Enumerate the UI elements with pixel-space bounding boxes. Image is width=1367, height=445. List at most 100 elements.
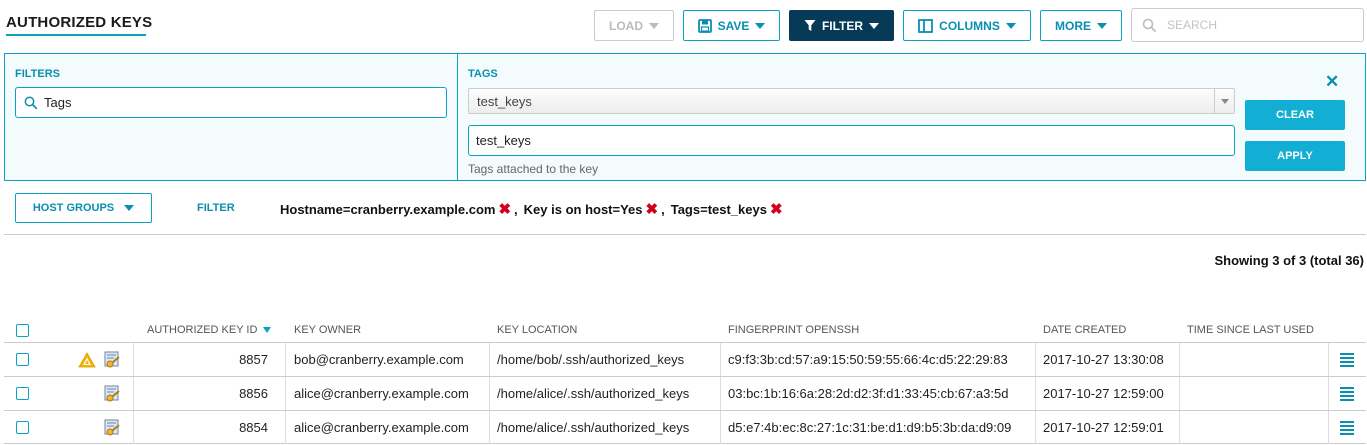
column-divider (489, 343, 490, 376)
tags-field-value: test_keys (476, 133, 531, 148)
key-id-cell: 8857 (239, 352, 268, 367)
load-button[interactable]: LOAD (594, 10, 674, 41)
column-divider (285, 343, 286, 376)
warning-icon (78, 351, 96, 367)
column-divider (489, 377, 490, 410)
chevron-down-icon (1214, 89, 1234, 113)
host-groups-label: HOST GROUPS (32, 202, 115, 214)
column-header-date-created[interactable]: DATE CREATED (1043, 324, 1126, 336)
select-all-checkbox[interactable] (16, 324, 29, 337)
columns-button[interactable]: COLUMNS (903, 10, 1031, 41)
columns-icon (918, 18, 934, 33)
sort-desc-icon (263, 327, 272, 334)
chevron-down-icon (1005, 22, 1016, 29)
column-header-key-id[interactable]: AUTHORIZED KEY ID (147, 324, 272, 336)
active-filter-chips: Hostname=cranberry.example.com ✖, Key is… (280, 200, 783, 218)
filters-heading: FILTERS (15, 68, 61, 80)
divider (4, 234, 1366, 235)
search-input[interactable]: SEARCH (1131, 8, 1364, 42)
filter-label: FILTER (821, 18, 864, 33)
fingerprint-cell: 03:bc:1b:16:6a:28:2d:d2:3f:d1:33:45:cb:6… (728, 386, 1009, 401)
load-label: LOAD (609, 18, 643, 33)
more-label: MORE (1055, 18, 1091, 33)
host-groups-button[interactable]: HOST GROUPS (15, 193, 152, 223)
filters-search-value: Tags (44, 95, 72, 110)
columns-label: COLUMNS (939, 18, 1000, 33)
column-divider (285, 377, 286, 410)
page-title: AUTHORIZED KEYS (6, 14, 153, 31)
search-icon (24, 96, 38, 109)
key-location-cell: /home/alice/.ssh/authorized_keys (497, 386, 690, 401)
column-divider (1179, 343, 1180, 376)
column-divider (489, 411, 490, 444)
remove-filter-icon[interactable]: ✖ (646, 200, 659, 218)
title-underline (6, 34, 146, 36)
save-button[interactable]: SAVE (683, 10, 780, 41)
key-id-cell: 8856 (239, 386, 268, 401)
chevron-down-icon (755, 22, 766, 29)
tags-heading: TAGS (468, 68, 498, 80)
chevron-down-icon (649, 22, 659, 29)
funnel-icon (804, 20, 816, 31)
more-button[interactable]: MORE (1040, 10, 1122, 41)
column-divider (1328, 411, 1329, 444)
date-created-cell: 2017-10-27 12:59:01 (1043, 420, 1164, 435)
key-certificate-icon (104, 351, 120, 367)
row-menu-icon[interactable] (1340, 377, 1354, 410)
key-owner-cell: alice@cranberry.example.com (294, 420, 469, 435)
tags-select-value: test_keys (477, 93, 532, 109)
clear-button[interactable]: CLEAR (1245, 100, 1345, 130)
column-divider (720, 377, 721, 410)
key-certificate-icon (104, 419, 120, 435)
column-divider (720, 343, 721, 376)
key-certificate-icon (104, 385, 120, 401)
filters-search-field[interactable]: Tags (15, 87, 447, 118)
key-owner-cell: alice@cranberry.example.com (294, 386, 469, 401)
search-placeholder: SEARCH (1167, 18, 1218, 32)
key-owner-cell: bob@cranberry.example.com (294, 352, 464, 367)
close-icon[interactable]: ✕ (1325, 72, 1339, 92)
column-divider (720, 411, 721, 444)
row-menu-icon[interactable] (1340, 411, 1354, 444)
result-count: Showing 3 of 3 (total 36) (1214, 253, 1364, 268)
remove-filter-icon[interactable]: ✖ (498, 200, 511, 218)
chip-separator: , (661, 201, 665, 217)
fingerprint-cell: d5:e7:4b:ec:8c:27:1c:31:be:d1:d9:b5:3b:d… (728, 420, 1012, 435)
key-location-cell: /home/bob/.ssh/authorized_keys (497, 352, 685, 367)
active-filter-label: FILTER (197, 202, 235, 214)
column-divider (1179, 377, 1180, 410)
column-header-time-since-last-used[interactable]: TIME SINCE LAST USED (1187, 324, 1314, 336)
column-header-key-owner[interactable]: KEY OWNER (294, 324, 361, 336)
tags-help-text: Tags attached to the key (468, 162, 599, 176)
column-divider (1035, 377, 1036, 410)
fingerprint-cell: c9:f3:3b:cd:57:a9:15:50:59:55:66:4c:d5:2… (728, 352, 1008, 367)
row-checkbox[interactable] (16, 353, 29, 366)
column-divider (1035, 411, 1036, 444)
filter-chip-hostname: Hostname=cranberry.example.com (280, 201, 496, 217)
filter-button[interactable]: FILTER (789, 10, 894, 41)
search-icon (1142, 18, 1157, 32)
row-checkbox[interactable] (16, 421, 29, 434)
apply-button[interactable]: APPLY (1245, 141, 1345, 171)
chevron-down-icon (869, 22, 880, 29)
row-checkbox[interactable] (16, 387, 29, 400)
tags-value-field[interactable]: test_keys (468, 125, 1235, 156)
table-row[interactable]: 8856 alice@cranberry.example.com /home/a… (4, 376, 1366, 410)
table-row[interactable]: 8857 bob@cranberry.example.com /home/bob… (4, 342, 1366, 376)
row-menu-icon[interactable] (1340, 343, 1354, 376)
key-id-cell: 8854 (239, 420, 268, 435)
column-header-fingerprint[interactable]: FINGERPRINT OPENSSH (728, 324, 859, 336)
floppy-disk-icon (697, 18, 712, 33)
column-divider (285, 411, 286, 444)
column-header-key-location[interactable]: KEY LOCATION (497, 324, 577, 336)
remove-filter-icon[interactable]: ✖ (770, 200, 783, 218)
tags-select[interactable]: test_keys (468, 88, 1235, 114)
column-divider (1035, 343, 1036, 376)
column-divider (1328, 343, 1329, 376)
table-row[interactable]: 8854 alice@cranberry.example.com /home/a… (4, 410, 1366, 444)
filter-chip-key-on-host: Key is on host=Yes (523, 201, 643, 217)
chevron-down-icon (1097, 22, 1107, 29)
filter-chip-tags: Tags=test_keys (670, 201, 767, 217)
column-divider (1328, 377, 1329, 410)
date-created-cell: 2017-10-27 12:59:00 (1043, 386, 1164, 401)
